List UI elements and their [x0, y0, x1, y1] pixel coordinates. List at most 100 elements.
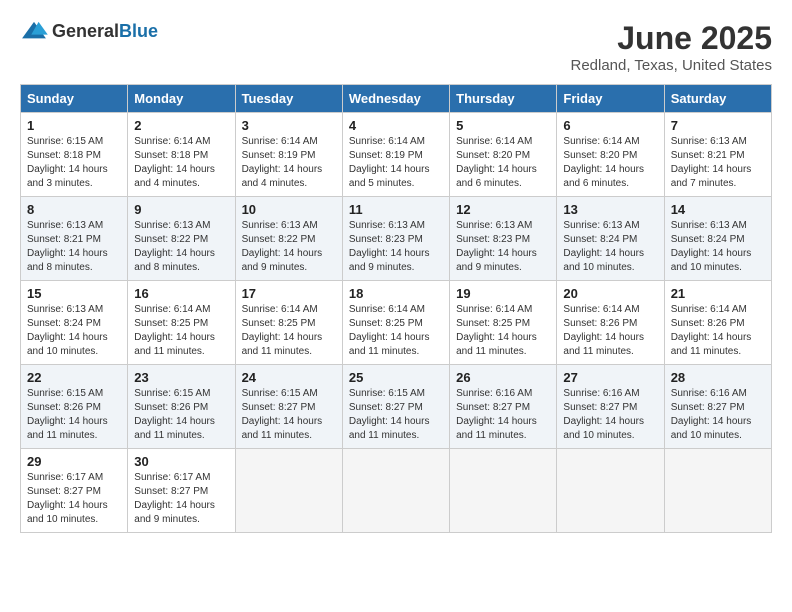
day-info: Sunrise: 6:13 AMSunset: 8:24 PMDaylight:…: [27, 303, 121, 359]
calendar-cell: 27 Sunrise: 6:16 AMSunset: 8:27 PMDayligh…: [557, 365, 664, 449]
logo-icon: [20, 20, 48, 42]
day-number: 19: [456, 286, 550, 301]
logo: GeneralBlue: [20, 20, 158, 42]
day-number: 6: [563, 118, 657, 133]
page-header: GeneralBlue June 2025 Redland, Texas, Un…: [20, 20, 772, 74]
calendar-cell: 12 Sunrise: 6:13 AMSunset: 8:23 PMDayligh…: [450, 197, 557, 281]
day-number: 24: [242, 370, 336, 385]
calendar-cell: 6 Sunrise: 6:14 AMSunset: 8:20 PMDaylight…: [557, 113, 664, 197]
header-wednesday: Wednesday: [342, 85, 449, 113]
day-number: 21: [671, 286, 765, 301]
day-number: 4: [349, 118, 443, 133]
location-title: Redland, Texas, United States: [570, 57, 772, 74]
header-saturday: Saturday: [664, 85, 771, 113]
day-info: Sunrise: 6:15 AMSunset: 8:18 PMDaylight:…: [27, 135, 121, 191]
header-sunday: Sunday: [21, 85, 128, 113]
day-info: Sunrise: 6:15 AMSunset: 8:27 PMDaylight:…: [349, 387, 443, 443]
calendar-cell: 13 Sunrise: 6:13 AMSunset: 8:24 PMDayligh…: [557, 197, 664, 281]
day-number: 1: [27, 118, 121, 133]
day-info: Sunrise: 6:15 AMSunset: 8:26 PMDaylight:…: [27, 387, 121, 443]
calendar-week-row: 1 Sunrise: 6:15 AMSunset: 8:18 PMDaylight…: [21, 113, 772, 197]
calendar-cell: [450, 449, 557, 533]
day-info: Sunrise: 6:13 AMSunset: 8:23 PMDaylight:…: [349, 219, 443, 275]
calendar-cell: 17 Sunrise: 6:14 AMSunset: 8:25 PMDayligh…: [235, 281, 342, 365]
calendar-header-row: SundayMondayTuesdayWednesdayThursdayFrid…: [21, 85, 772, 113]
day-info: Sunrise: 6:17 AMSunset: 8:27 PMDaylight:…: [27, 471, 121, 527]
calendar-cell: 22 Sunrise: 6:15 AMSunset: 8:26 PMDayligh…: [21, 365, 128, 449]
day-number: 8: [27, 202, 121, 217]
calendar-cell: 19 Sunrise: 6:14 AMSunset: 8:25 PMDayligh…: [450, 281, 557, 365]
month-title: June 2025: [570, 20, 772, 57]
calendar-cell: 3 Sunrise: 6:14 AMSunset: 8:19 PMDaylight…: [235, 113, 342, 197]
day-number: 10: [242, 202, 336, 217]
day-number: 14: [671, 202, 765, 217]
day-info: Sunrise: 6:13 AMSunset: 8:24 PMDaylight:…: [671, 219, 765, 275]
day-info: Sunrise: 6:16 AMSunset: 8:27 PMDaylight:…: [456, 387, 550, 443]
calendar-cell: 28 Sunrise: 6:16 AMSunset: 8:27 PMDayligh…: [664, 365, 771, 449]
calendar-cell: 11Sunrise: 6:13 AMSunset: 8:23 PMDayligh…: [342, 197, 449, 281]
header-monday: Monday: [128, 85, 235, 113]
calendar-cell: 18 Sunrise: 6:14 AMSunset: 8:25 PMDayligh…: [342, 281, 449, 365]
day-number: 2: [134, 118, 228, 133]
day-info: Sunrise: 6:13 AMSunset: 8:23 PMDaylight:…: [456, 219, 550, 275]
day-number: 22: [27, 370, 121, 385]
calendar-cell: [235, 449, 342, 533]
calendar-cell: 1 Sunrise: 6:15 AMSunset: 8:18 PMDaylight…: [21, 113, 128, 197]
day-number: 20: [563, 286, 657, 301]
day-info: Sunrise: 6:14 AMSunset: 8:19 PMDaylight:…: [242, 135, 336, 191]
day-number: 3: [242, 118, 336, 133]
header-tuesday: Tuesday: [235, 85, 342, 113]
day-info: Sunrise: 6:13 AMSunset: 8:24 PMDaylight:…: [563, 219, 657, 275]
day-number: 5: [456, 118, 550, 133]
day-number: 15: [27, 286, 121, 301]
day-info: Sunrise: 6:14 AMSunset: 8:20 PMDaylight:…: [456, 135, 550, 191]
day-info: Sunrise: 6:15 AMSunset: 8:27 PMDaylight:…: [242, 387, 336, 443]
day-info: Sunrise: 6:13 AMSunset: 8:22 PMDaylight:…: [134, 219, 228, 275]
day-number: 26: [456, 370, 550, 385]
day-number: 12: [456, 202, 550, 217]
day-number: 28: [671, 370, 765, 385]
calendar-cell: 26 Sunrise: 6:16 AMSunset: 8:27 PMDayligh…: [450, 365, 557, 449]
day-number: 29: [27, 454, 121, 469]
day-info: Sunrise: 6:14 AMSunset: 8:19 PMDaylight:…: [349, 135, 443, 191]
day-number: 25: [349, 370, 443, 385]
day-info: Sunrise: 6:14 AMSunset: 8:26 PMDaylight:…: [563, 303, 657, 359]
calendar-cell: [342, 449, 449, 533]
day-info: Sunrise: 6:14 AMSunset: 8:25 PMDaylight:…: [242, 303, 336, 359]
day-info: Sunrise: 6:14 AMSunset: 8:25 PMDaylight:…: [349, 303, 443, 359]
calendar-cell: 30Sunrise: 6:17 AMSunset: 8:27 PMDayligh…: [128, 449, 235, 533]
calendar-cell: 14 Sunrise: 6:13 AMSunset: 8:24 PMDayligh…: [664, 197, 771, 281]
day-info: Sunrise: 6:16 AMSunset: 8:27 PMDaylight:…: [671, 387, 765, 443]
calendar-cell: 20 Sunrise: 6:14 AMSunset: 8:26 PMDayligh…: [557, 281, 664, 365]
day-info: Sunrise: 6:14 AMSunset: 8:20 PMDaylight:…: [563, 135, 657, 191]
day-info: Sunrise: 6:16 AMSunset: 8:27 PMDaylight:…: [563, 387, 657, 443]
calendar-cell: 15 Sunrise: 6:13 AMSunset: 8:24 PMDayligh…: [21, 281, 128, 365]
day-info: Sunrise: 6:13 AMSunset: 8:21 PMDaylight:…: [671, 135, 765, 191]
day-info: Sunrise: 6:14 AMSunset: 8:25 PMDaylight:…: [456, 303, 550, 359]
day-number: 27: [563, 370, 657, 385]
day-info: Sunrise: 6:13 AMSunset: 8:22 PMDaylight:…: [242, 219, 336, 275]
header-friday: Friday: [557, 85, 664, 113]
day-info: Sunrise: 6:17 AMSunset: 8:27 PMDaylight:…: [134, 471, 228, 527]
calendar-cell: [664, 449, 771, 533]
calendar-cell: 8Sunrise: 6:13 AMSunset: 8:21 PMDaylight…: [21, 197, 128, 281]
calendar-cell: 10 Sunrise: 6:13 AMSunset: 8:22 PMDayligh…: [235, 197, 342, 281]
day-number: 9: [134, 202, 228, 217]
day-info: Sunrise: 6:14 AMSunset: 8:18 PMDaylight:…: [134, 135, 228, 191]
calendar-cell: 4 Sunrise: 6:14 AMSunset: 8:19 PMDaylight…: [342, 113, 449, 197]
day-info: Sunrise: 6:14 AMSunset: 8:25 PMDaylight:…: [134, 303, 228, 359]
header-thursday: Thursday: [450, 85, 557, 113]
calendar-cell: 5 Sunrise: 6:14 AMSunset: 8:20 PMDaylight…: [450, 113, 557, 197]
calendar-cell: [557, 449, 664, 533]
day-number: 13: [563, 202, 657, 217]
calendar-cell: 29 Sunrise: 6:17 AMSunset: 8:27 PMDayligh…: [21, 449, 128, 533]
day-info: Sunrise: 6:15 AMSunset: 8:26 PMDaylight:…: [134, 387, 228, 443]
calendar-cell: 21 Sunrise: 6:14 AMSunset: 8:26 PMDayligh…: [664, 281, 771, 365]
calendar-cell: 25 Sunrise: 6:15 AMSunset: 8:27 PMDayligh…: [342, 365, 449, 449]
calendar-cell: 7Sunrise: 6:13 AMSunset: 8:21 PMDaylight…: [664, 113, 771, 197]
logo-text-blue: Blue: [119, 21, 158, 41]
day-number: 18: [349, 286, 443, 301]
day-number: 17: [242, 286, 336, 301]
day-info: Sunrise: 6:14 AMSunset: 8:26 PMDaylight:…: [671, 303, 765, 359]
calendar-week-row: 29 Sunrise: 6:17 AMSunset: 8:27 PMDayligh…: [21, 449, 772, 533]
